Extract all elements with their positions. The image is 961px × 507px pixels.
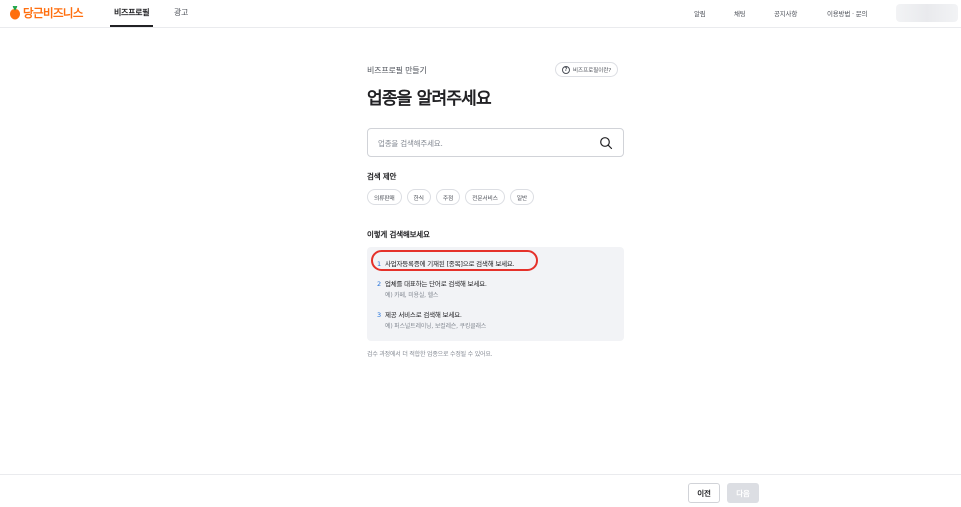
suggestion-chip[interactable]: 일반 (509, 189, 535, 205)
review-footnote: 검수 과정에서 더 적합한 업종으로 수정될 수 있어요. (367, 351, 493, 358)
tip-number: 2 (377, 280, 381, 288)
bottom-action-bar: 이전 다음 (0, 474, 961, 507)
suggestion-chip[interactable]: 전문서비스 (465, 189, 505, 205)
user-account-menu[interactable] (896, 4, 958, 22)
tip-text: 사업자등록증에 기재된 [종목]으로 검색해 보세요. (384, 260, 515, 268)
link-notices[interactable]: 공지사항 (774, 8, 797, 18)
tab-bizprofile[interactable]: 비즈프로필 (109, 7, 154, 27)
search-placeholder: 업종을 검색해주세요. (378, 139, 443, 148)
link-help[interactable]: 이용방법 · 문의 (827, 8, 867, 18)
category-search-input[interactable]: 업종을 검색해주세요. (367, 128, 624, 157)
question-icon: ? (562, 65, 570, 74)
page-breadcrumb: 비즈프로필 만들기 (367, 66, 427, 75)
next-button[interactable]: 다음 (727, 483, 759, 503)
tips-label: 이렇게 검색해보세요 (367, 230, 430, 239)
suggestion-chips: 의류판매 한식 주점 전문서비스 일반 (367, 189, 535, 205)
link-chat[interactable]: 채팅 (734, 8, 746, 18)
tip-text: 업체를 대표하는 단어로 검색해 보세요. (384, 280, 487, 288)
help-button-label: 비즈프로필이란? (573, 67, 612, 74)
page-title: 업종을 알려주세요 (367, 89, 492, 109)
tip-item: 3 제공 서비스로 검색해 보세요. (377, 309, 462, 319)
search-tips-box: 1 사업자등록증에 기재된 [종목]으로 검색해 보세요. 2 업체를 대표하는 단… (367, 247, 624, 341)
tip-item: 1 사업자등록증에 기재된 [종목]으로 검색해 보세요. (377, 258, 515, 268)
tip-example: 예) 카페, 미용실, 헬스 (385, 292, 439, 299)
logo-text: 당근비즈니스 (23, 6, 83, 20)
prev-button[interactable]: 이전 (688, 483, 720, 503)
tip-text: 제공 서비스로 검색해 보세요. (384, 311, 462, 319)
search-icon[interactable] (599, 136, 613, 150)
carrot-logo-icon (10, 6, 20, 20)
link-notifications[interactable]: 알림 (694, 8, 706, 18)
tab-ads[interactable]: 광고 (174, 7, 188, 18)
suggestion-chip[interactable]: 주점 (435, 189, 461, 205)
tip-number: 3 (377, 311, 381, 319)
logo[interactable]: 당근비즈니스 (9, 5, 83, 21)
tip-item: 2 업체를 대표하는 단어로 검색해 보세요. (377, 278, 487, 288)
suggestion-chip[interactable]: 의류판매 (367, 189, 402, 205)
tip-example: 예) 퍼스널트레이닝, 보컬레슨, 쿠킹클래스 (385, 323, 487, 330)
tip-number: 1 (377, 260, 381, 268)
top-header: 당근비즈니스 비즈프로필 광고 알림 채팅 공지사항 이용방법 · 문의 (0, 0, 961, 28)
suggest-label: 검색 제안 (367, 172, 397, 181)
help-button[interactable]: ? 비즈프로필이란? (555, 62, 619, 77)
suggestion-chip[interactable]: 한식 (406, 189, 431, 205)
